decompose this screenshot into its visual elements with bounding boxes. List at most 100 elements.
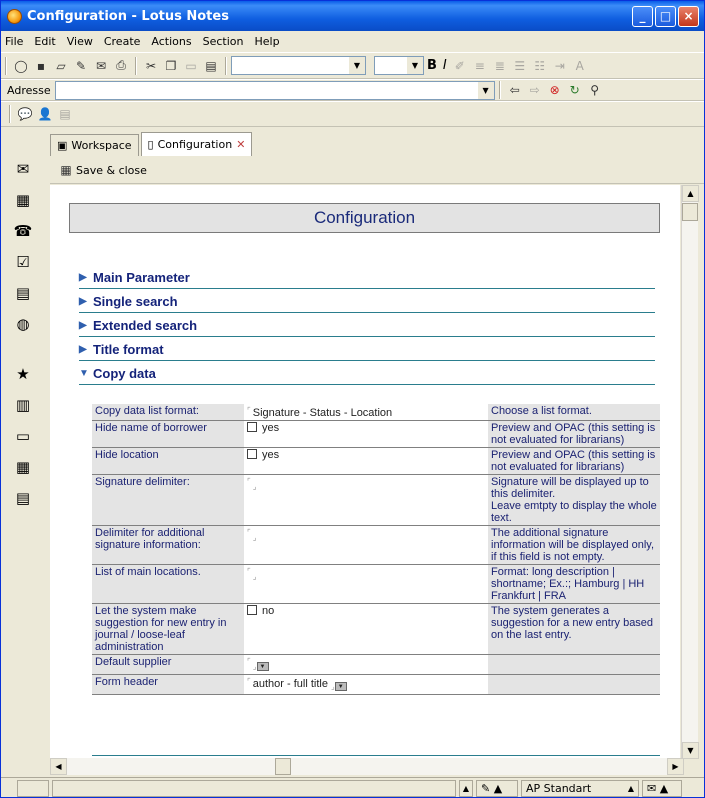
dropdown-icon[interactable]: ▼ <box>334 682 347 691</box>
field-value[interactable]: ⌜⌟ <box>244 525 488 565</box>
menu-section[interactable]: Section <box>203 35 244 48</box>
mail-icon[interactable]: ✉ <box>11 157 35 181</box>
checkbox[interactable] <box>247 605 257 615</box>
back-icon[interactable]: ⇦ <box>507 82 523 98</box>
section-label: Copy data <box>93 366 156 381</box>
checkbox[interactable] <box>247 449 257 459</box>
person-icon[interactable]: 👤 <box>37 106 53 122</box>
tab-workspace[interactable]: ▣ Workspace <box>50 134 139 156</box>
field-label: Form header <box>92 674 244 695</box>
menu-view[interactable]: View <box>67 35 93 48</box>
document-icon[interactable]: ▤ <box>57 106 73 122</box>
vertical-scrollbar[interactable]: ▲ ▼ <box>681 185 699 759</box>
database-icon[interactable]: ▤ <box>11 486 35 510</box>
edit-icon[interactable]: ✎ <box>73 58 89 74</box>
field-value[interactable]: no <box>244 603 488 655</box>
field-help: Choose a list format. <box>488 404 660 421</box>
dropdown-icon[interactable]: ▼ <box>256 662 269 671</box>
chevron-down-icon[interactable]: ▼ <box>349 57 365 74</box>
close-tab-icon[interactable]: ✕ <box>236 138 245 151</box>
number-list-icon[interactable]: ☷ <box>532 58 548 74</box>
replicator-icon[interactable]: ▤ <box>11 281 35 305</box>
maximize-button[interactable]: □ <box>655 5 676 27</box>
bold-button[interactable]: B <box>427 58 437 73</box>
align-center-icon[interactable]: ≣ <box>492 58 508 74</box>
search-icon[interactable]: ⚲ <box>587 82 603 98</box>
contacts-icon[interactable]: ☎ <box>11 219 35 243</box>
scroll-thumb[interactable] <box>682 203 698 221</box>
menu-edit[interactable]: Edit <box>34 35 55 48</box>
calendar-view-icon[interactable]: ▦ <box>11 455 35 479</box>
paste-special-icon[interactable]: ▤ <box>203 58 219 74</box>
scroll-up-icon[interactable]: ▲ <box>682 185 699 202</box>
field-value[interactable]: ⌜⌟ ▼ <box>244 654 488 675</box>
section-copy-data[interactable]: ▼ Copy data <box>79 363 655 385</box>
menu-help[interactable]: Help <box>254 35 279 48</box>
online-status-icon[interactable]: ✎ ▲ <box>476 779 518 797</box>
stop-icon[interactable]: ⊗ <box>547 82 563 98</box>
todo-icon[interactable]: ☑ <box>11 250 35 274</box>
menu-create[interactable]: Create <box>104 35 141 48</box>
cut-icon[interactable]: ✂ <box>143 58 159 74</box>
section-single-search[interactable]: ▶ Single search <box>79 291 655 313</box>
save-icon[interactable]: ▪ <box>33 58 49 74</box>
navigator-icon[interactable]: ◯ <box>13 58 29 74</box>
folder-icon[interactable]: ▭ <box>11 424 35 448</box>
save-close-button[interactable]: Save & close <box>76 164 147 177</box>
expand-triangle-icon[interactable]: ▶ <box>79 296 93 307</box>
copy-data-table: Copy data list format: ⌜ Signature - Stat… <box>92 404 660 695</box>
font-color-icon[interactable]: A <box>572 58 588 74</box>
scroll-right-icon[interactable]: ▶ <box>667 758 684 775</box>
globe-icon[interactable]: ◍ <box>11 312 35 336</box>
close-button[interactable]: × <box>678 5 699 27</box>
section-extended-search[interactable]: ▶ Extended search <box>79 315 655 337</box>
align-left-icon[interactable]: ≡ <box>472 58 488 74</box>
favorites-icon[interactable]: ★ <box>11 362 35 386</box>
font-size-combo[interactable]: ▼ <box>374 56 424 75</box>
scroll-down-icon[interactable]: ▼ <box>682 742 699 759</box>
tab-configuration[interactable]: ▯ Configuration ✕ <box>140 132 253 156</box>
field-label: Default supplier <box>92 654 244 675</box>
scroll-left-icon[interactable]: ◀ <box>50 758 67 775</box>
menu-actions[interactable]: Actions <box>151 35 191 48</box>
menu-file[interactable]: File <box>5 35 23 48</box>
open-folder-icon[interactable]: ▱ <box>53 58 69 74</box>
collapse-triangle-icon[interactable]: ▼ <box>79 368 93 379</box>
workspace-icon: ▣ <box>57 139 68 152</box>
style-combo[interactable]: ▼ <box>231 56 366 75</box>
field-value[interactable]: ⌜ Signature - Status - Location <box>244 404 488 421</box>
indent-icon[interactable]: ⇥ <box>552 58 568 74</box>
field-value[interactable]: ⌜⌟ <box>244 474 488 526</box>
field-value[interactable]: yes <box>244 447 488 475</box>
highlighter-icon[interactable]: ✐ <box>452 58 468 74</box>
address-input[interactable]: ▼ <box>54 80 495 100</box>
expand-triangle-icon[interactable]: ▶ <box>79 320 93 331</box>
field-value[interactable]: ⌜ author - full title ⌟ ▼ <box>244 674 488 695</box>
expand-triangle-icon[interactable]: ▶ <box>79 344 93 355</box>
inbox-status-icon[interactable]: ✉ ▲ <box>642 779 682 797</box>
refresh-icon[interactable]: ↻ <box>567 82 583 98</box>
field-value[interactable]: yes <box>244 420 488 448</box>
italic-button[interactable]: I <box>443 58 447 73</box>
field-value[interactable]: ⌜⌟ <box>244 564 488 604</box>
location-selector[interactable]: AP Standart ▲ <box>521 779 639 797</box>
copy-icon[interactable]: ❐ <box>163 58 179 74</box>
chat-icon[interactable]: 💬 <box>17 106 33 122</box>
checkbox[interactable] <box>247 422 257 432</box>
expand-triangle-icon[interactable]: ▶ <box>79 272 93 283</box>
horizontal-scrollbar[interactable]: ◀ ▶ <box>50 758 684 775</box>
minimize-button[interactable]: _ <box>632 5 653 27</box>
mail-icon[interactable]: ✉ <box>93 58 109 74</box>
chevron-down-icon[interactable]: ▼ <box>407 57 423 74</box>
print-icon[interactable]: ⎙ <box>113 58 129 74</box>
scroll-thumb[interactable] <box>275 758 291 775</box>
section-main-parameter[interactable]: ▶ Main Parameter <box>79 267 655 289</box>
databases-icon[interactable]: ▥ <box>11 393 35 417</box>
section-title-format[interactable]: ▶ Title format <box>79 339 655 361</box>
bullet-list-icon[interactable]: ☰ <box>512 58 528 74</box>
chevron-down-icon[interactable]: ▼ <box>477 81 494 99</box>
paste-icon[interactable]: ▭ <box>183 58 199 74</box>
forward-icon[interactable]: ⇨ <box>527 82 543 98</box>
status-up-icon[interactable]: ▲ <box>459 779 473 797</box>
calendar-icon[interactable]: ▦ <box>11 188 35 212</box>
